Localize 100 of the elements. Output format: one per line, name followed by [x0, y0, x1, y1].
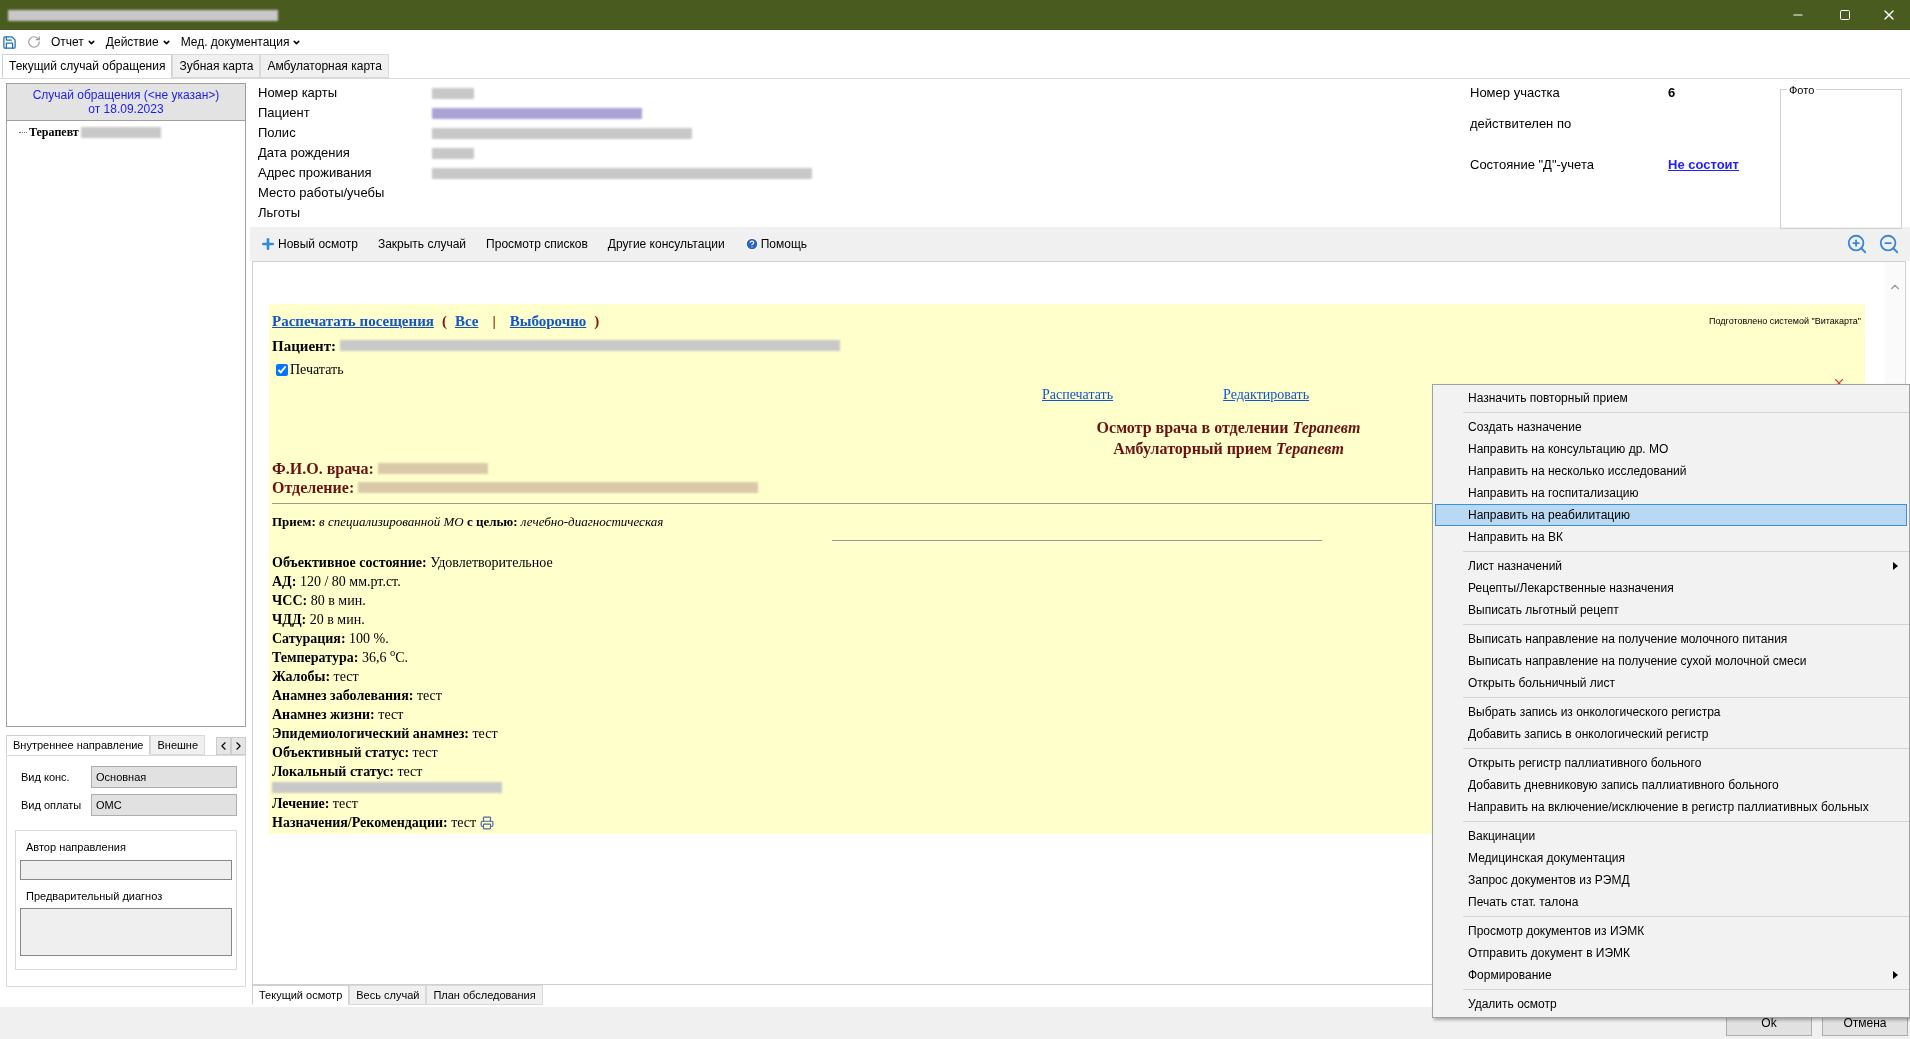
menu-item[interactable]: Добавить запись в онкологический регистр	[1435, 723, 1907, 745]
menu-item[interactable]: Открыть регистр паллиативного больного	[1435, 752, 1907, 774]
field-label: Дата рождения	[258, 144, 351, 163]
report-line: Сатурация: 100 %.	[272, 629, 389, 648]
menu-item[interactable]: Запрос документов из РЭМД	[1435, 869, 1907, 891]
all-link[interactable]: Все	[454, 310, 479, 333]
field-label: Полис	[258, 124, 297, 143]
menu-item[interactable]: Выписать направление на получение сухой молочной смеси	[1435, 650, 1907, 672]
field-label: Место работы/учебы	[258, 184, 386, 203]
menu-item[interactable]: Формирование	[1435, 964, 1907, 986]
printer-icon[interactable]	[480, 815, 495, 830]
report-line: Температура: 36,6 $^{o}$С.	[272, 647, 408, 667]
field-label: Пациент	[258, 104, 311, 123]
save-icon[interactable]	[2, 34, 17, 50]
tab[interactable]: Весь случай	[349, 985, 427, 1005]
toolbar-button[interactable]: Новый осмотр	[260, 235, 358, 253]
menu-item[interactable]: Назначить повторный прием	[1435, 387, 1907, 409]
tree-item[interactable]: Терапевт	[29, 123, 79, 141]
report-line: АД: 120 / 80 мм.рт.ст.	[272, 572, 401, 591]
print-visits-link[interactable]: Распечатать посещения	[272, 310, 434, 333]
report-heading: Осмотр врача в отделении Терапевт	[1096, 418, 1361, 438]
report-line: Лечение: тест	[272, 795, 358, 813]
tab[interactable]: Внешне	[150, 735, 206, 755]
tab[interactable]: Текущий случай обращения	[2, 54, 173, 78]
menu-item[interactable]: Направить на госпитализацию	[1435, 482, 1907, 504]
field-label: Вид оплаты	[20, 797, 83, 813]
menu-item[interactable]: Направить на включение/исключение в регистр паллиативных больных	[1435, 796, 1907, 818]
report-line: Назначения/Рекомендации: тест	[272, 814, 477, 832]
menu-item[interactable]: Мед. документация	[180, 33, 302, 51]
report-line: Анамнез заболевания: тест	[272, 686, 442, 705]
scroll-left-icon[interactable]	[216, 737, 231, 755]
scroll-right-icon[interactable]	[231, 737, 246, 755]
dropdown-field[interactable]: ОМС	[91, 794, 237, 816]
tab[interactable]: Текущий осмотр	[252, 985, 350, 1005]
toolbar-button[interactable]: Другие консультации	[607, 235, 725, 253]
tab[interactable]: Амбулаторная карта	[260, 54, 389, 78]
toolbar-button[interactable]: Закрыть случай	[377, 235, 467, 253]
status-link[interactable]: Не состоит	[1668, 154, 1739, 175]
menu-item[interactable]: Направить на несколько исследований	[1435, 460, 1907, 482]
tab[interactable]: План обследования	[426, 985, 543, 1005]
menu-item[interactable]: Создать назначение	[1435, 416, 1907, 438]
dropdown-field[interactable]: Основная	[91, 766, 237, 788]
menu-item[interactable]: Направить на консультацию др. МО	[1435, 438, 1907, 460]
tab[interactable]: Зубная карта	[172, 54, 261, 78]
menu-item[interactable]: Направить на ВК	[1435, 526, 1907, 548]
input-field[interactable]	[20, 859, 232, 880]
menu-item[interactable]: Выбрать запись из онкологического регистра	[1435, 701, 1907, 723]
tab[interactable]: Внутреннее направление	[6, 735, 151, 755]
report-line: Объективное состояние: Удовлетворительное	[272, 553, 553, 572]
department-label: Отделение:	[272, 478, 355, 497]
field-label: Состояние "Д"-учета	[1470, 155, 1595, 174]
bracket-text: (	[441, 312, 447, 331]
report-line: Объективный статус: тест	[272, 743, 438, 762]
action-link[interactable]: Распечатать	[1042, 384, 1114, 405]
menu-item[interactable]: Медицинская документация	[1435, 847, 1907, 869]
menu-item[interactable]: Рецепты/Лекарственные назначения	[1435, 577, 1907, 599]
toolbar-button[interactable]: Помощь	[744, 235, 808, 253]
maximize-icon[interactable]	[1839, 9, 1851, 21]
field-label: Льготы	[258, 204, 301, 223]
patient-label: Пациент:	[272, 336, 337, 356]
menu-item[interactable]: Вакцинации	[1435, 825, 1907, 847]
prepared-by-note: Подготовлено системой "Витакарта"	[1709, 314, 1862, 328]
menu-item[interactable]: Просмотр документов из ИЭМК	[1435, 920, 1907, 942]
print-checkbox[interactable]	[276, 363, 288, 376]
menu-item[interactable]: Лист назначений	[1435, 555, 1907, 577]
field-label: действителен по	[1470, 114, 1573, 133]
redacted-value	[432, 147, 474, 159]
menu-item[interactable]: Направить на реабилитацию	[1435, 504, 1907, 526]
visit-info: Прием: в специализированной МО с целью: лечебно-диагностическая	[272, 513, 664, 531]
field-label: Вид конс.	[20, 769, 71, 785]
menu-item[interactable]: Действие	[105, 33, 171, 51]
redacted-value	[432, 87, 474, 99]
report-line: Эпидемиологический анамнез: тест	[272, 724, 498, 743]
report-line: Анамнез жизни: тест	[272, 705, 404, 724]
plus-icon	[260, 236, 276, 252]
report-line: ЧСС: 80 в мин.	[272, 591, 366, 610]
menu-item[interactable]: Отправить документ в ИЭМК	[1435, 942, 1907, 964]
doctor-label: Ф.И.О. врача:	[272, 459, 374, 478]
report-line: Жалобы: тест	[272, 667, 359, 686]
case-date: от 18.09.2023	[88, 102, 164, 116]
report-line: ЧДД: 20 в мин.	[272, 610, 365, 629]
toolbar-button[interactable]: Просмотр списков	[486, 235, 588, 253]
menu-item[interactable]: Выписать направление на получение молочного питания	[1435, 628, 1907, 650]
field-label: Номер карты	[258, 84, 339, 103]
action-link[interactable]: Редактировать	[1223, 384, 1310, 405]
case-header[interactable]: Случай обращения (<не указан>) от 18.09.2023	[6, 83, 246, 121]
bracket-text: )	[594, 312, 600, 331]
menu-item[interactable]: Печать стат. талона	[1435, 891, 1907, 913]
selective-link[interactable]: Выборочно	[509, 310, 587, 333]
menu-item[interactable]: Открыть больничный лист	[1435, 672, 1907, 694]
zoom-in-icon[interactable]	[1846, 233, 1868, 255]
input-field[interactable]	[20, 908, 232, 956]
menu-item[interactable]: Отчет	[51, 33, 96, 51]
refresh-icon[interactable]	[27, 35, 41, 49]
field-label: Адрес проживания	[258, 164, 373, 183]
field-label: Предварительный диагноз	[25, 888, 164, 904]
checkbox-label: Печатать	[290, 361, 344, 379]
menu-item[interactable]: Выписать льготный рецепт	[1435, 599, 1907, 621]
menu-item[interactable]: Добавить дневниковую запись паллиативного больного	[1435, 774, 1907, 796]
zoom-out-icon[interactable]	[1878, 233, 1900, 255]
